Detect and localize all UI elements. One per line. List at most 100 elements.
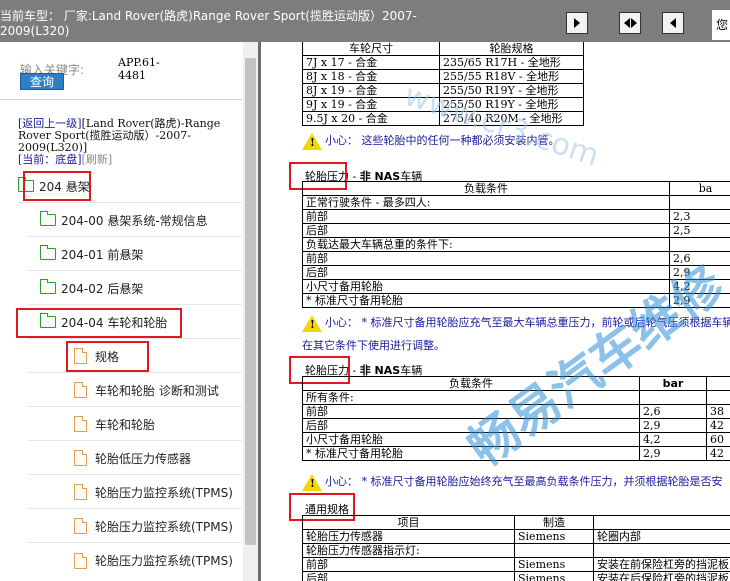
- caution-note-continued: 在其它条件下使用进行调整。: [302, 339, 445, 352]
- document-icon: [74, 518, 87, 534]
- wheel-spec-table: 车轮尺寸 轮胎规格 7J x 17 - 合金 235/65 R17H - 全地形 …: [302, 42, 584, 126]
- search-button[interactable]: 查询: [20, 73, 64, 90]
- table-cell: 42: [706, 446, 730, 461]
- table-cell: 2,6: [639, 404, 707, 419]
- tree-item-label: 204-00 悬架系统-常规信息: [61, 213, 208, 228]
- nav-next-button[interactable]: [566, 12, 588, 34]
- table-header: [706, 376, 730, 391]
- table-cell: 2,5: [669, 223, 730, 238]
- table-cell: 275/40 R20M - 全地形: [439, 111, 584, 126]
- highlight-box: [23, 171, 91, 201]
- tree-item-diagnosis[interactable]: 车轮和轮胎 诊断和测试: [28, 374, 242, 407]
- left-pane: 输入关键字: 查询 APP.61-4481 [返回上一级][Land Rover…: [0, 42, 258, 581]
- user-label: 您: [712, 10, 730, 40]
- table-cell: 2,6: [669, 251, 730, 266]
- current-prefix: [当前：: [18, 153, 56, 166]
- table-cell: [706, 390, 730, 405]
- table-header: 项目: [302, 515, 515, 530]
- document-icon: [74, 552, 87, 569]
- arrow-left-icon: [623, 18, 630, 28]
- table-cell: 2,9: [669, 265, 730, 280]
- folder-icon: [40, 245, 56, 260]
- tree-item-label: 轮胎压力监控系统(TPMS): [95, 554, 233, 568]
- table-cell: Siemens: [514, 571, 594, 581]
- table-cell: 安装在前保险杠旁的挡泥板: [593, 557, 730, 572]
- warning-icon: [302, 314, 322, 332]
- table-cell: 轮圈内部: [593, 529, 730, 544]
- table-cell: 235/65 R17H - 全地形: [439, 55, 584, 70]
- table-cell: 2,9: [669, 293, 730, 308]
- tree-item-label: 车轮和轮胎 诊断和测试: [95, 383, 219, 398]
- table-header: 制造: [514, 515, 594, 530]
- tree-item-low-pressure-sensor[interactable]: 轮胎低压力传感器: [28, 442, 242, 475]
- app-code: APP.61-4481: [118, 56, 160, 82]
- table-cell: 小尺寸备用轮胎: [302, 279, 670, 294]
- document-icon: [74, 450, 87, 466]
- tree-item-204-01[interactable]: 204-01 前悬架: [28, 238, 242, 271]
- tree-item-label: 204-02 后悬架: [61, 281, 144, 296]
- table-cell: 后部: [302, 265, 670, 280]
- tree-item-label: 轮胎压力监控系统(TPMS): [95, 485, 233, 500]
- left-pane-scrollbar[interactable]: [243, 42, 258, 581]
- table-cell: 8J x 19 - 合金: [302, 83, 440, 98]
- tree-item-204-02[interactable]: 204-02 后悬架: [28, 272, 242, 305]
- table-cell: 255/50 R19Y - 全地形: [439, 83, 584, 98]
- table-cell: 所有条件:: [302, 390, 640, 405]
- tree-item-tpms-3[interactable]: 轮胎压力监控系统(TPMS): [28, 544, 242, 577]
- caution-text: 小心： * 标准尺寸备用轮胎应充气至最大车辆总重压力，前轮或后轮气压须根据车辆: [325, 316, 730, 329]
- table-cell: * 标准尺寸备用轮胎: [302, 293, 670, 308]
- table-cell: [639, 390, 707, 405]
- table-cell: 4,2: [639, 432, 707, 447]
- table-header: 轮胎规格: [439, 42, 584, 56]
- table-cell: [514, 543, 594, 558]
- table-cell: 2,3: [669, 209, 730, 224]
- caution-note: 小心： * 标准尺寸备用轮胎应始终充气至最高负载条件压力，并须根据轮胎是否安: [302, 473, 730, 491]
- table-header: ba: [669, 181, 730, 196]
- refresh-link[interactable]: [刷新]: [82, 153, 113, 166]
- table-cell: 9.5J x 20 - 合金: [302, 111, 440, 126]
- highlight-box: [16, 308, 182, 338]
- folder-icon: [40, 279, 56, 294]
- tree-item-label: 204-01 前悬架: [61, 247, 144, 262]
- document-viewer: 车轮尺寸 轮胎规格 7J x 17 - 合金 235/65 R17H - 全地形 …: [261, 42, 730, 581]
- nav-prev-button[interactable]: [662, 12, 684, 34]
- table-cell: [669, 195, 730, 210]
- table-header: bar: [639, 376, 707, 391]
- warning-icon: [302, 473, 322, 491]
- table-cell: 9J x 19 - 合金: [302, 97, 440, 112]
- table-cell: 38: [706, 404, 730, 419]
- tree-item-wheels-tires[interactable]: 车轮和轮胎: [28, 408, 242, 441]
- arrow-right-icon: [574, 18, 580, 28]
- table-cell: 前部: [302, 404, 640, 419]
- caution-text: 小心： * 标准尺寸备用轮胎应始终充气至最高负载条件压力，并须根据轮胎是否安: [325, 475, 723, 488]
- divider: [0, 99, 242, 100]
- tree-item-label: 轮胎压力监控系统(TPMS): [95, 519, 233, 534]
- table-cell: * 标准尺寸备用轮胎: [302, 446, 640, 461]
- highlight-box: [66, 341, 149, 372]
- table-header: 负载条件: [302, 181, 670, 196]
- pressure-table-1: 负载条件 ba 正常行驶条件 - 最多四人: 前部 2,3 后部 2,5 负载达最大…: [302, 181, 730, 308]
- scrollbar-thumb[interactable]: [245, 58, 256, 545]
- current-model-title: 当前车型： 厂家:Land Rover(路虎)Range Rover Sport…: [0, 9, 417, 38]
- table-cell: 小尺寸备用轮胎: [302, 432, 640, 447]
- folder-icon: [40, 211, 56, 226]
- table-cell: 7J x 17 - 合金: [302, 55, 440, 70]
- warning-icon: [302, 132, 322, 150]
- table-cell: 后部: [302, 223, 670, 238]
- caution-note: 小心： * 标准尺寸备用轮胎应充气至最大车辆总重压力，前轮或后轮气压须根据车辆: [302, 314, 730, 332]
- tree-item-tpms-1[interactable]: 轮胎压力监控系统(TPMS): [28, 476, 242, 509]
- breadcrumb: [返回上一级][Land Rover(路虎)-Range Rover Sport…: [18, 118, 238, 166]
- current-value: 底盘: [55, 153, 78, 166]
- table-cell: 60: [706, 432, 730, 447]
- table-header: [593, 515, 730, 530]
- tree-item-204-00[interactable]: 204-00 悬架系统-常规信息: [28, 204, 242, 237]
- document-icon: [74, 416, 87, 432]
- table-header: 车轮尺寸: [302, 42, 440, 56]
- table-cell: 2,9: [639, 446, 707, 461]
- tree-item-label: 车轮和轮胎: [95, 417, 156, 432]
- table-cell: 255/50 R19Y - 全地形: [439, 97, 584, 112]
- expand-button[interactable]: [619, 12, 641, 34]
- tree-item-tpms-2[interactable]: 轮胎压力监控系统(TPMS): [28, 510, 242, 543]
- table-cell: 8J x 18 - 合金: [302, 69, 440, 84]
- document-icon: [74, 382, 87, 398]
